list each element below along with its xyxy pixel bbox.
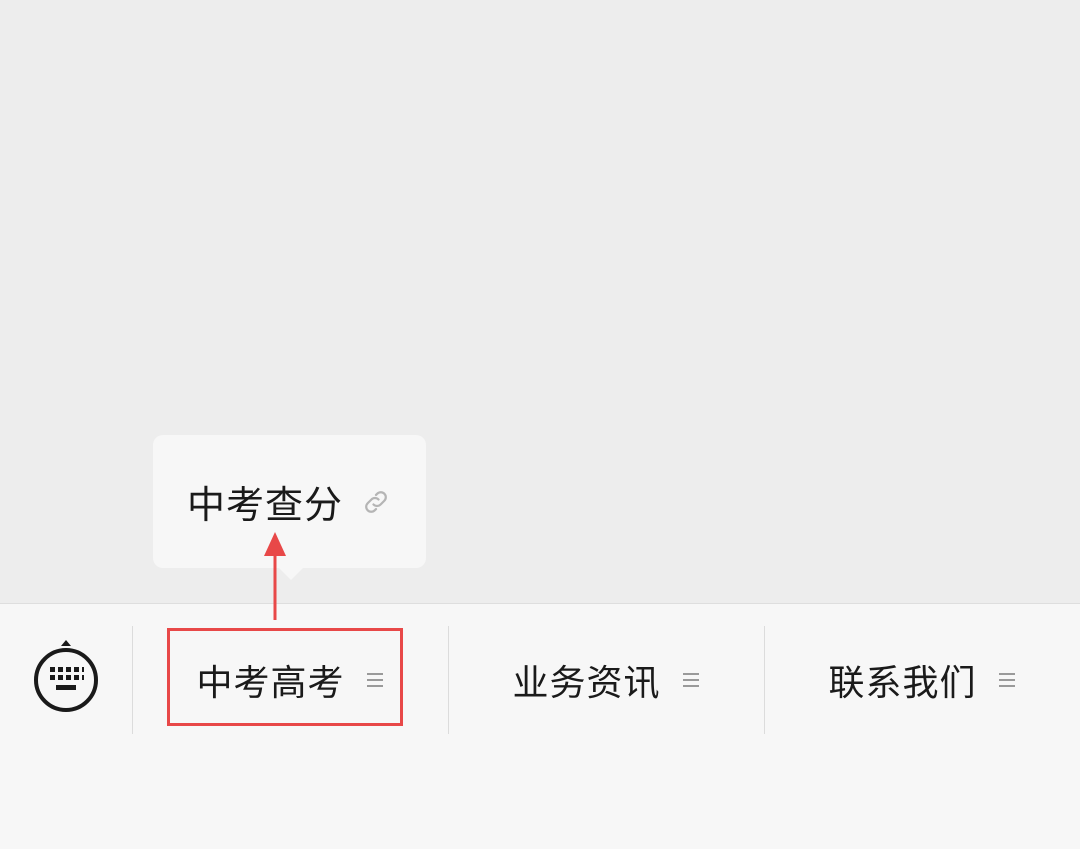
bottom-menu-bar: 中考高考 业务资讯 联系我们 (0, 603, 1080, 849)
menu-item-label: 联系我们 (828, 663, 977, 704)
menu-item-label: 中考高考 (196, 663, 345, 704)
menu-lines-icon (365, 670, 385, 690)
submenu-popup: 中考查分 (153, 435, 426, 580)
menu-lines-icon (681, 670, 701, 690)
submenu-item-label[interactable]: 中考查分 (187, 474, 343, 529)
menu-lines-icon (997, 670, 1017, 690)
menu-item-exams[interactable]: 中考高考 (133, 626, 448, 734)
keyboard-icon (32, 638, 100, 718)
menu-item-business-news[interactable]: 业务资讯 (449, 626, 764, 734)
link-icon (361, 487, 391, 517)
menu-item-label: 业务资讯 (512, 663, 661, 704)
keyboard-toggle-button[interactable] (28, 638, 104, 718)
menu-item-contact-us[interactable]: 联系我们 (765, 626, 1080, 734)
